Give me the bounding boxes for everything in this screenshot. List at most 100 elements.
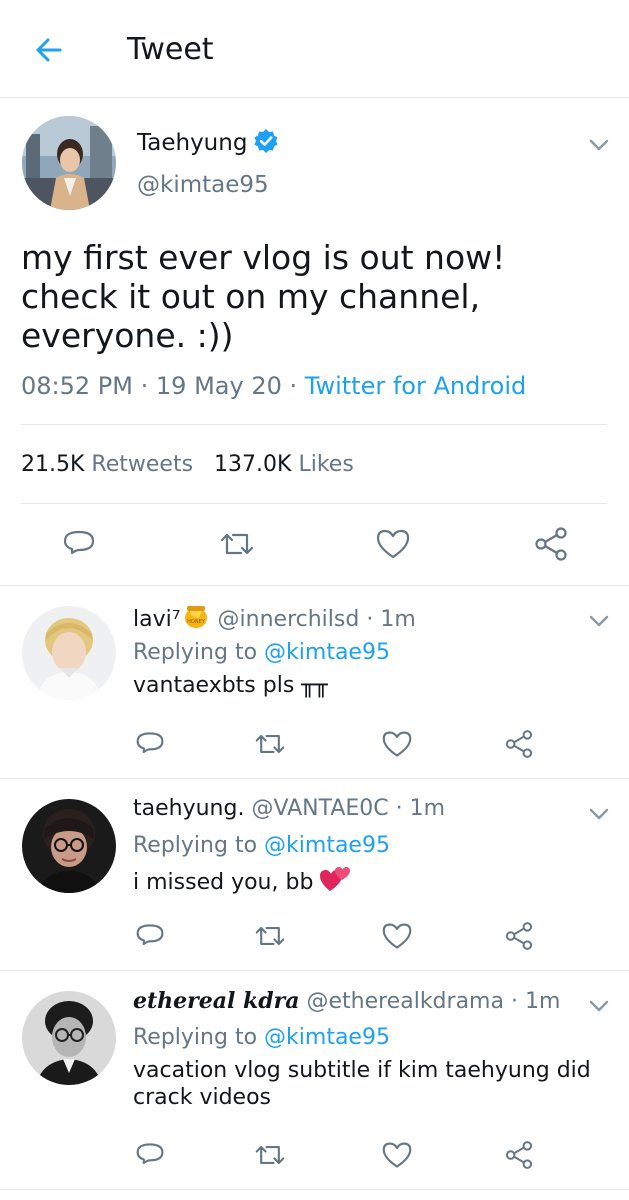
share-icon — [505, 730, 533, 758]
separator: · — [510, 989, 518, 1014]
reply-button[interactable] — [130, 1135, 170, 1175]
chevron-down-icon[interactable] — [588, 614, 610, 628]
reply-time: 1m — [524, 989, 561, 1014]
reply-author-name[interactable]: lavi⁷ — [133, 607, 181, 632]
reply-text: vacation vlog subtitle if kim taehyung d… — [133, 1058, 591, 1110]
replying-to: Replying to @kimtae95 — [133, 831, 390, 861]
share-button[interactable] — [499, 916, 539, 956]
reply-header: taehyung. @VANTAE0C · 1m — [133, 793, 445, 825]
like-icon — [382, 923, 412, 949]
retweet-icon — [255, 1146, 285, 1164]
like-icon — [376, 529, 410, 559]
back-button[interactable] — [30, 30, 70, 70]
reply-tweet[interactable]: ethereal kdra @etherealkdrama · 1m Reply… — [0, 971, 629, 1190]
reply-action-bar — [0, 724, 629, 764]
verified-badge-icon — [254, 129, 278, 153]
main-tweet: Taehyung @kimtae95 my first ever vlog is… — [0, 98, 629, 586]
top-bar: Tweet — [0, 0, 629, 98]
reply-button[interactable] — [54, 519, 104, 569]
tweet-source-link[interactable]: Twitter for Android — [305, 372, 526, 400]
retweet-button[interactable] — [250, 724, 290, 764]
tweet-date: 19 May 20 — [155, 372, 282, 400]
reply-action-bar — [0, 1135, 629, 1175]
reply-time: 1m — [380, 607, 416, 632]
arrow-left-icon — [36, 38, 62, 62]
share-button[interactable] — [499, 724, 539, 764]
tweet-action-bar — [0, 519, 629, 569]
reply-action-bar — [0, 916, 629, 956]
reply-icon — [63, 530, 95, 555]
reply-header: ethereal kdra @etherealkdrama · 1m — [133, 985, 560, 1018]
like-button[interactable] — [377, 1135, 417, 1175]
reply-author-name[interactable]: ethereal kdra — [133, 988, 299, 1014]
replying-handle-link[interactable]: @kimtae95 — [264, 640, 390, 665]
share-icon — [535, 527, 567, 561]
reply-button[interactable] — [130, 724, 170, 764]
replying-to: Replying to @kimtae95 — [133, 638, 390, 668]
retweet-icon — [220, 533, 254, 555]
reply-button[interactable] — [130, 916, 170, 956]
honey-pot-icon: HONEY — [184, 606, 207, 628]
retweets-stat[interactable]: 21.5K Retweets — [21, 452, 193, 477]
retweet-button[interactable] — [250, 1135, 290, 1175]
author-avatar[interactable] — [22, 116, 116, 210]
reply-author-handle[interactable]: @etherealkdrama — [306, 989, 503, 1014]
replying-prefix: Replying to — [133, 1025, 258, 1050]
tweet-meta: 08:52 PM · 19 May 20 · Twitter for Andro… — [21, 370, 526, 402]
likes-stat[interactable]: 137.0K Likes — [214, 452, 354, 477]
like-icon — [382, 731, 412, 757]
share-button[interactable] — [526, 519, 576, 569]
like-icon — [382, 1142, 412, 1168]
reply-author-handle[interactable]: @VANTAE0C — [251, 796, 388, 821]
reply-avatar[interactable] — [22, 606, 116, 700]
replying-prefix: Replying to — [133, 640, 258, 665]
reply-text: i missed you, bb — [133, 865, 613, 896]
separator: · — [140, 372, 149, 400]
replying-prefix: Replying to — [133, 833, 258, 858]
tweet-text: my first ever vlog is out now! check it … — [21, 238, 506, 355]
tweet-stats: 21.5K Retweets 137.0K Likes — [21, 450, 354, 480]
divider — [21, 424, 607, 425]
reply-avatar[interactable] — [22, 799, 116, 893]
chevron-down-icon[interactable] — [588, 999, 610, 1013]
like-button[interactable] — [377, 916, 417, 956]
replying-handle-link[interactable]: @kimtae95 — [264, 833, 390, 858]
share-icon — [505, 1141, 533, 1169]
replying-handle-link[interactable]: @kimtae95 — [264, 1025, 390, 1050]
like-count: 137.0K — [214, 452, 292, 477]
reply-icon — [136, 732, 164, 753]
like-button[interactable] — [377, 724, 417, 764]
retweet-button[interactable] — [250, 916, 290, 956]
retweet-icon — [255, 735, 285, 753]
reply-time: 1m — [409, 796, 446, 821]
reply-tweet[interactable]: taehyung. @VANTAE0C · 1m Replying to @ki… — [0, 779, 629, 971]
reply-tweet[interactable]: lavi⁷ HONEY @innerchilsd · 1m Replying to… — [0, 586, 629, 779]
share-button[interactable] — [499, 1135, 539, 1175]
separator: · — [366, 607, 374, 632]
reply-icon — [136, 1143, 164, 1164]
separator: · — [395, 796, 403, 821]
reply-text-content: i missed you, bb — [133, 870, 314, 895]
chevron-down-icon[interactable] — [588, 138, 610, 152]
author-handle[interactable]: @kimtae95 — [137, 170, 269, 200]
svg-text:HONEY: HONEY — [187, 619, 206, 625]
two-hearts-icon — [320, 867, 351, 891]
reply-avatar[interactable] — [22, 991, 116, 1085]
like-button[interactable] — [368, 519, 418, 569]
reply-icon — [136, 924, 164, 945]
share-icon — [505, 922, 533, 950]
retweet-label: Retweets — [91, 452, 194, 477]
author-name-text: Taehyung — [137, 130, 248, 156]
retweet-icon — [255, 927, 285, 945]
reply-author-handle[interactable]: @innerchilsd — [218, 607, 360, 632]
reply-author-name[interactable]: taehyung. — [133, 796, 244, 821]
chevron-down-icon[interactable] — [588, 807, 610, 821]
retweet-button[interactable] — [212, 519, 262, 569]
tweet-time: 08:52 PM — [21, 372, 133, 400]
replying-to: Replying to @kimtae95 — [133, 1023, 390, 1053]
retweet-count: 21.5K — [21, 452, 85, 477]
author-name[interactable]: Taehyung — [137, 128, 279, 158]
separator: · — [289, 372, 298, 400]
reply-header: lavi⁷ HONEY @innerchilsd · 1m — [133, 600, 416, 636]
reply-text: vantaexbts pls ╥╥ — [133, 673, 328, 698]
